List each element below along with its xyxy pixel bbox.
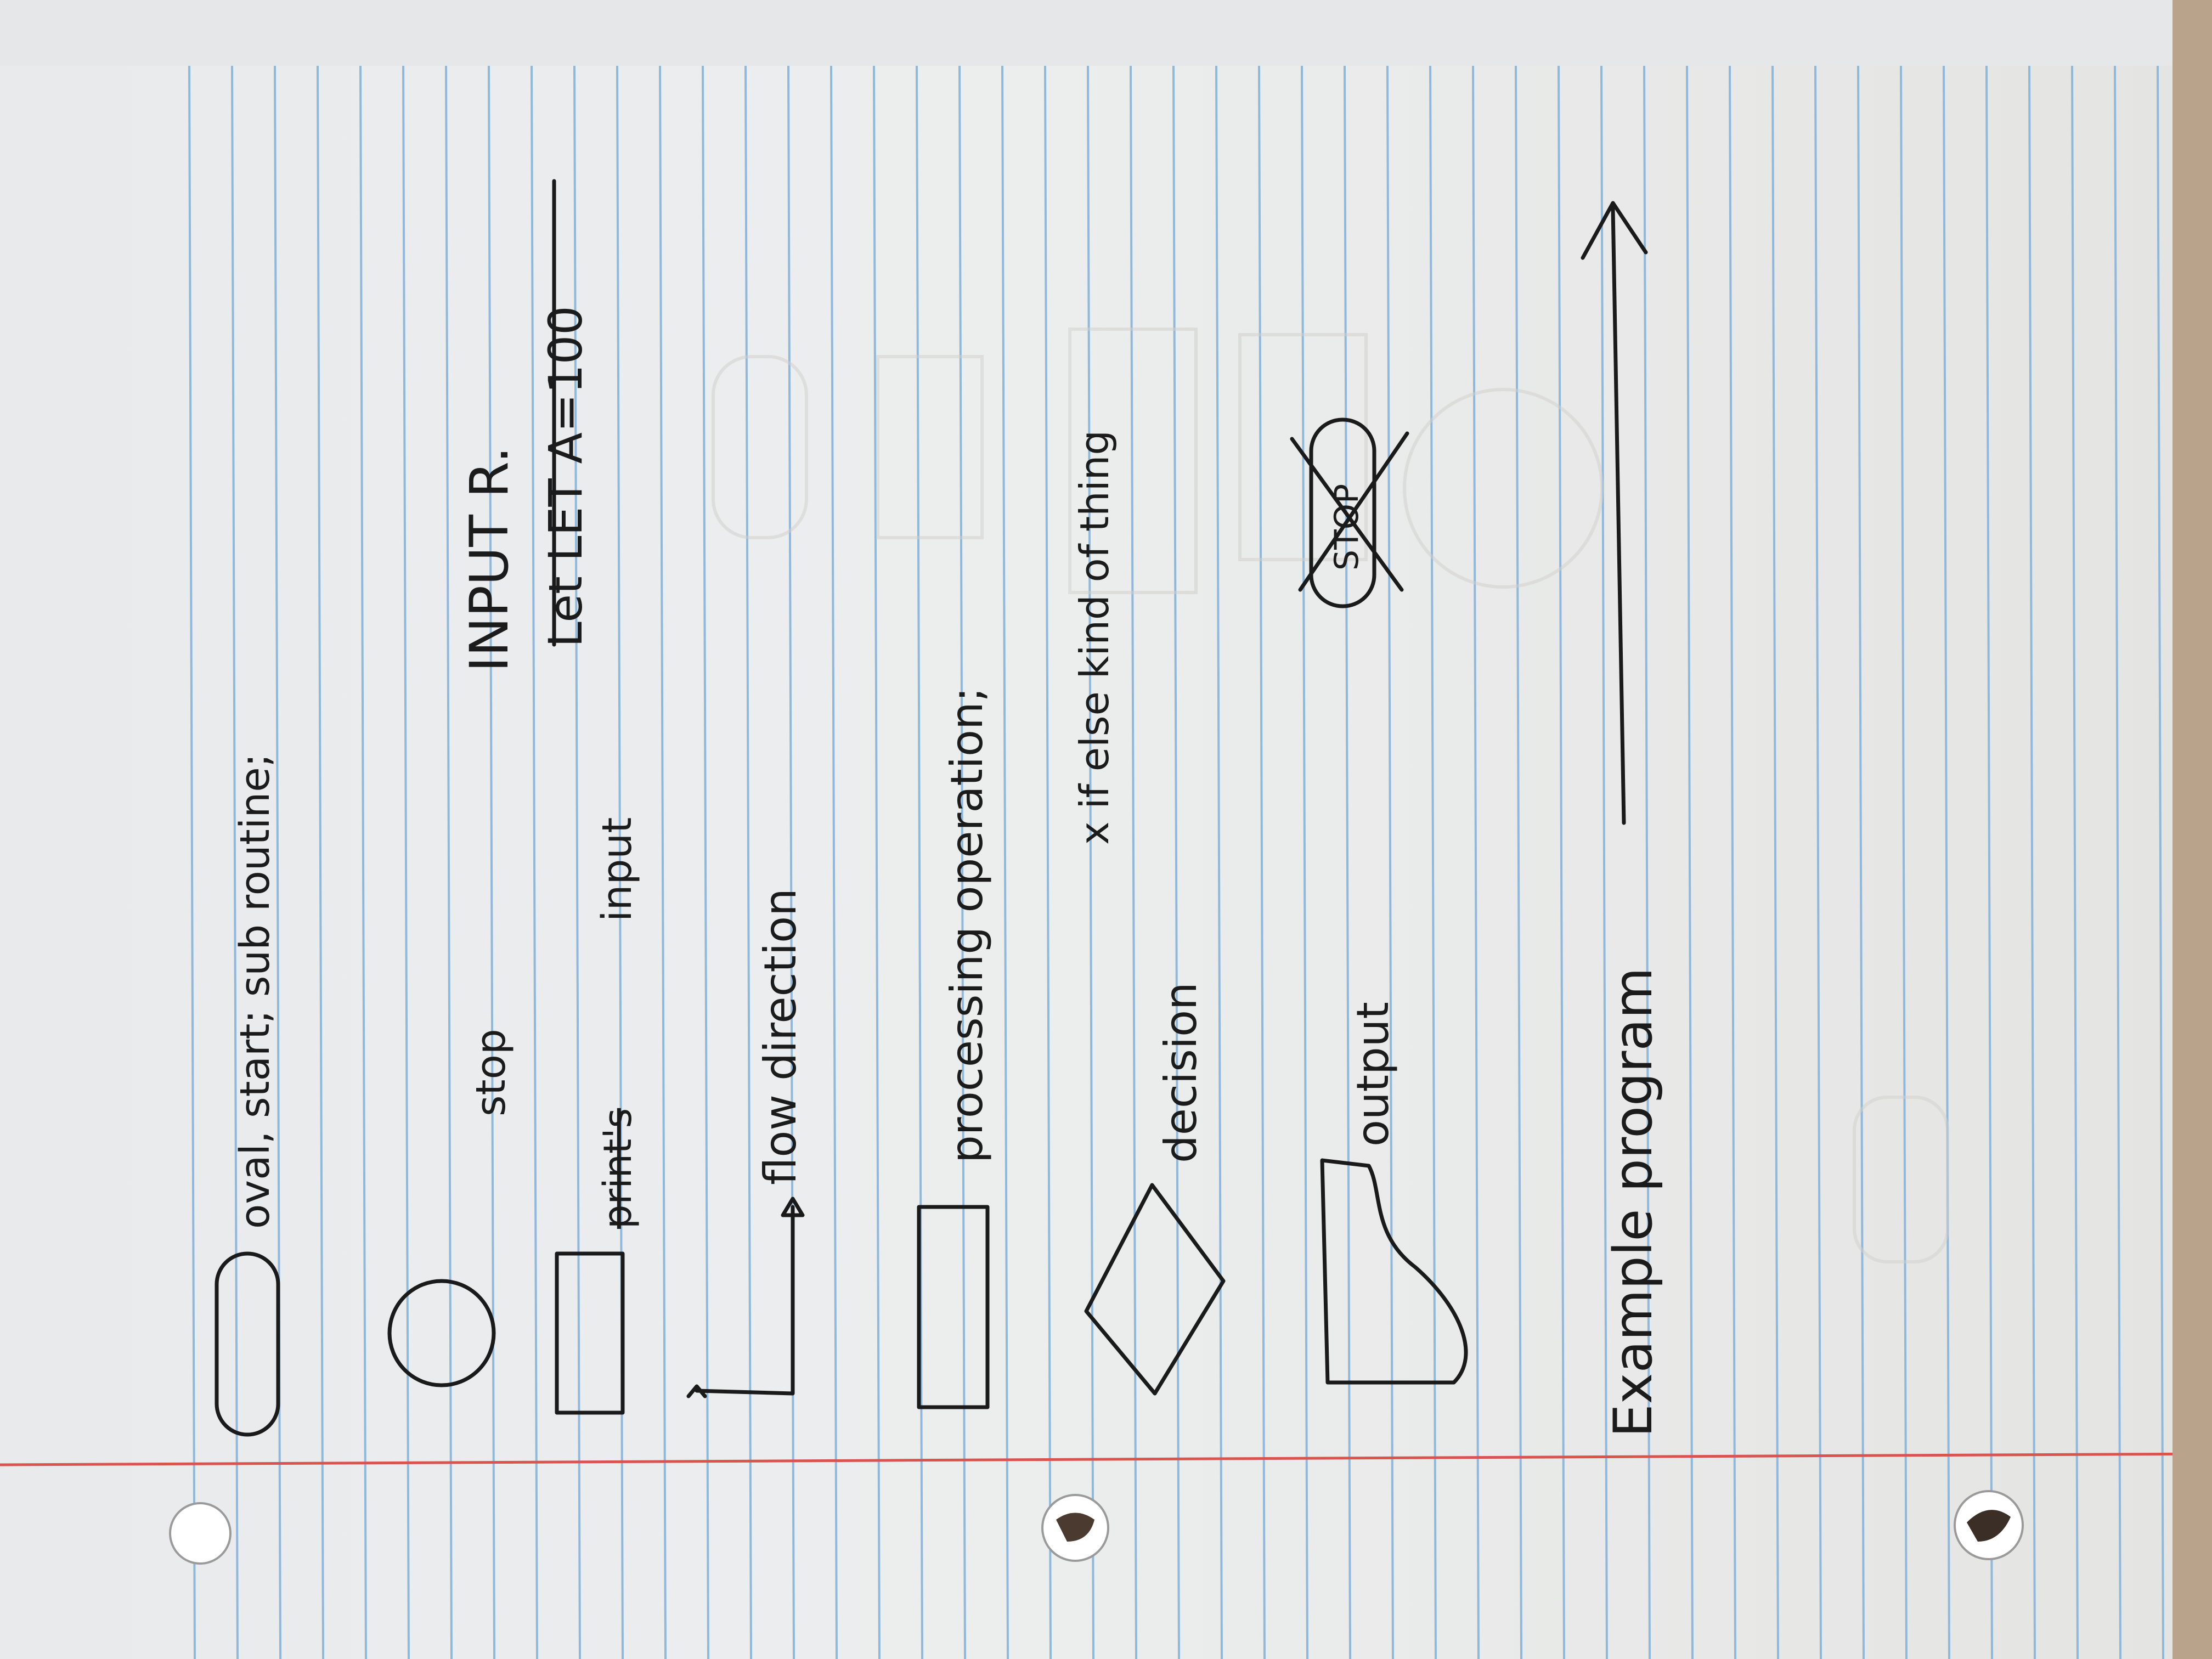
label-example: Example program <box>1602 967 1664 1437</box>
rule-line <box>1900 65 1908 1659</box>
rule-line <box>1130 65 1137 1659</box>
rule-line <box>2028 65 2036 1659</box>
label-output: output <box>1347 1002 1398 1147</box>
label-flow: flow direction <box>755 888 806 1185</box>
binder-holes <box>169 1490 2024 1565</box>
output-symbol <box>1320 1158 1468 1385</box>
label-decision: decision <box>1155 982 1206 1163</box>
rule-line <box>402 65 410 1659</box>
rule-line <box>830 65 838 1659</box>
rule-line <box>1258 65 1266 1659</box>
label-processing: processing operation; <box>941 687 992 1163</box>
rule-line <box>1215 65 1223 1659</box>
rule-line <box>1087 65 1094 1659</box>
rule-line <box>1771 65 1779 1659</box>
rule-line <box>359 65 367 1659</box>
rule-line <box>2157 65 2164 1659</box>
rule-line <box>1472 65 1480 1659</box>
rule-lines <box>188 65 2164 1659</box>
rule-line <box>488 65 495 1659</box>
label-let-example: Let LET A=100 <box>539 306 592 647</box>
rule-line <box>1172 65 1180 1659</box>
rule-line <box>1429 65 1437 1659</box>
rule-line <box>873 65 881 1659</box>
label-if-else: x if else kind of thing <box>1071 430 1118 845</box>
paper-top-edge <box>0 0 2212 66</box>
processing-rectangle-symbol <box>917 1205 990 1409</box>
rule-line <box>702 65 709 1659</box>
rule-line <box>659 65 667 1659</box>
rule-line <box>531 65 538 1659</box>
paper-drawing: oval, start; sub routine; stop print's i… <box>0 0 2212 1659</box>
label-stop-crossed: STOP <box>1328 484 1366 571</box>
flow-arrow-symbol <box>686 1197 805 1398</box>
margin-line <box>0 1452 2212 1466</box>
decision-diamond-symbol <box>1084 1183 1226 1396</box>
rule-line <box>573 65 581 1659</box>
input-rectangle-symbol <box>555 1251 625 1415</box>
rule-line <box>1515 65 1522 1659</box>
rule-line <box>1386 65 1394 1659</box>
notebook-paper: oval, start; sub routine; stop print's i… <box>0 0 2212 1659</box>
rule-line <box>1301 65 1308 1659</box>
desk-edge <box>2172 0 2212 1659</box>
label-oval: oval, start; sub routine; <box>232 753 279 1229</box>
rule-line <box>317 65 324 1659</box>
rule-line <box>1558 65 1565 1659</box>
rule-line <box>1814 65 1822 1659</box>
label-input-example: INPUT R. <box>459 447 520 672</box>
rule-line <box>1001 65 1009 1659</box>
rule-line <box>1686 65 1694 1659</box>
oval-symbol <box>215 1251 280 1437</box>
rule-line <box>1729 65 1736 1659</box>
rule-line <box>744 65 752 1659</box>
rule-line <box>2071 65 2079 1659</box>
label-input: input <box>594 817 641 922</box>
rule-line <box>787 65 795 1659</box>
example-program-arrow <box>1581 201 1648 825</box>
rule-line <box>2114 65 2121 1659</box>
rule-line <box>188 65 196 1659</box>
rule-line <box>1943 65 1950 1659</box>
rule-line <box>916 65 923 1659</box>
hole-1 <box>169 1502 232 1565</box>
rule-line <box>1857 65 1865 1659</box>
label-print-struck: print's <box>595 1108 640 1229</box>
rule-line <box>1344 65 1351 1659</box>
stop-circle-symbol <box>387 1279 496 1387</box>
rule-line <box>445 65 453 1659</box>
rule-line <box>1985 65 1993 1659</box>
label-stop: stop <box>467 1029 515 1116</box>
rule-line <box>1044 65 1052 1659</box>
bleed-through <box>712 328 1949 1263</box>
